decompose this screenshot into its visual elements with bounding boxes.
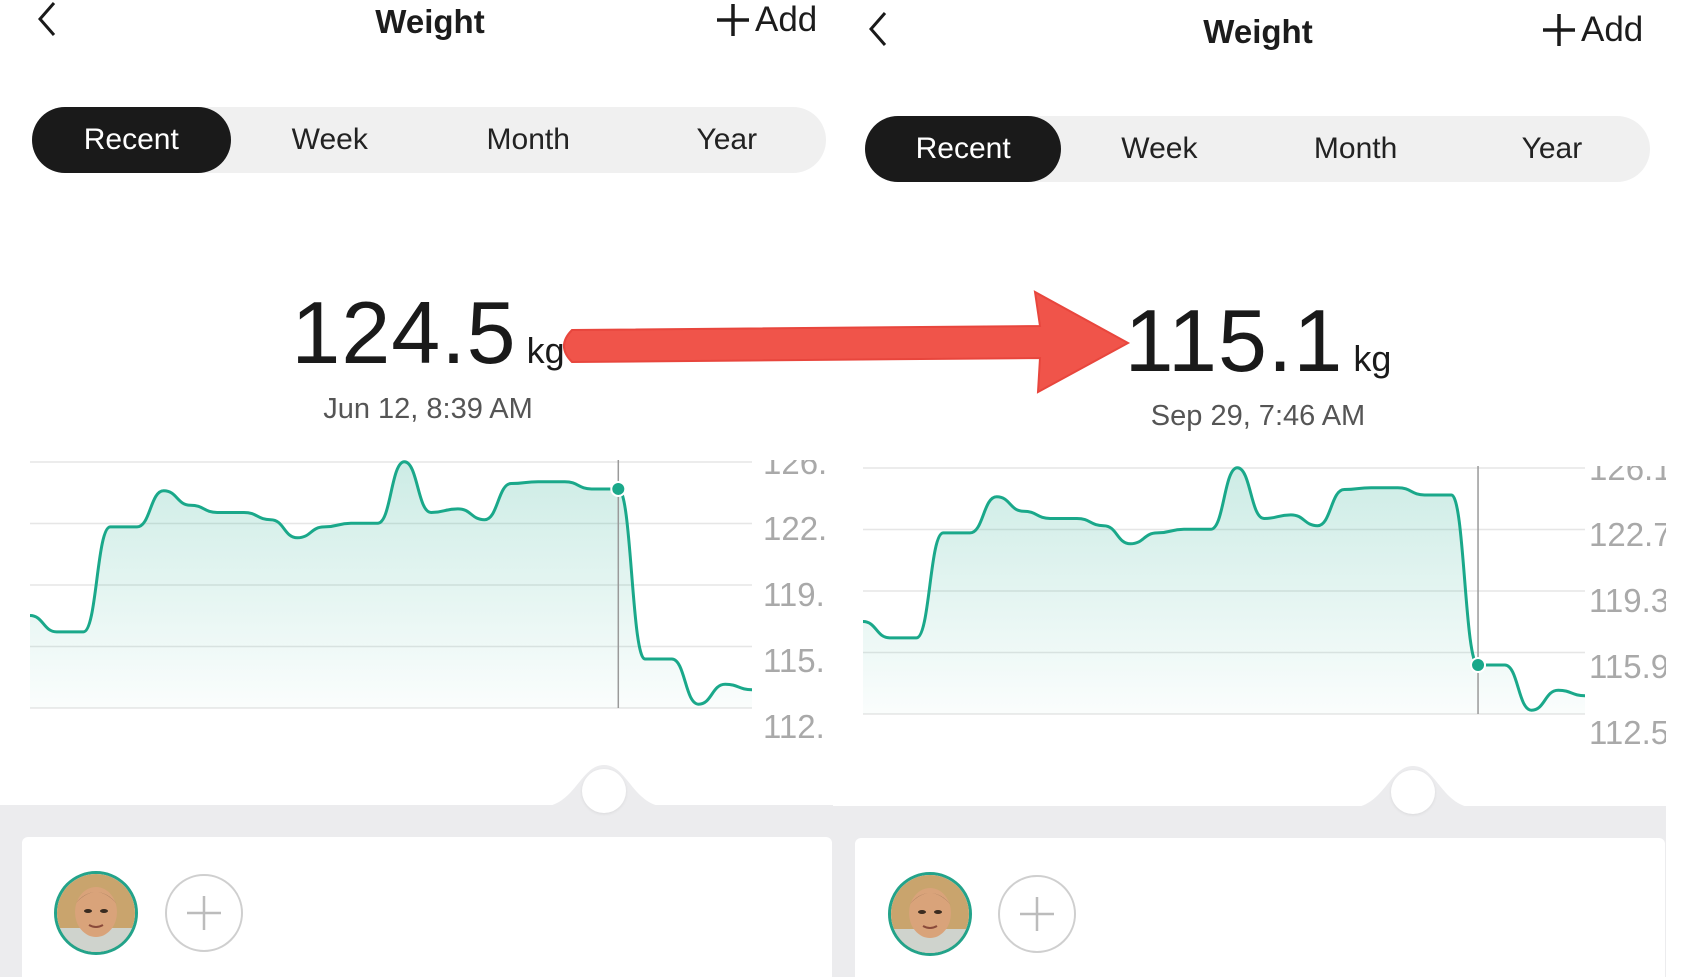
page-title: Weight: [1203, 13, 1313, 50]
plus-circle-icon: [1020, 897, 1054, 931]
right-screenshot: Weight Add Recent Week Month Year 115.1 …: [833, 0, 1666, 977]
y-axis-label: 119.: [763, 576, 825, 613]
tab-month[interactable]: Month: [1258, 116, 1454, 182]
y-axis-label: 112.5: [1589, 714, 1666, 751]
tab-recent[interactable]: Recent: [865, 116, 1062, 182]
add-label: Add: [1581, 10, 1644, 49]
user-avatar[interactable]: [888, 872, 972, 956]
bottom-area: [833, 766, 1666, 977]
reading-date: Sep 29, 7:46 AM: [1150, 400, 1366, 432]
weight-value: 124.5: [291, 283, 517, 382]
add-user-button[interactable]: [165, 874, 243, 952]
time-range-tabs: Recent Week Month Year: [865, 116, 1650, 182]
left-screenshot: Weight Add Recent Week Month Year 124.5 …: [0, 0, 833, 977]
weight-value: 115.1: [1124, 291, 1344, 390]
bottom-area: [0, 765, 833, 977]
plus-icon: [1543, 14, 1575, 46]
tab-recent[interactable]: Recent: [32, 107, 231, 173]
weight-reading: 124.5 kg: [291, 282, 564, 384]
back-chevron-icon[interactable]: [859, 10, 899, 50]
back-chevron-icon[interactable]: [28, 0, 68, 40]
weight-reading: 115.1 kg: [1125, 290, 1392, 392]
y-axis-label: 115.9: [1589, 648, 1666, 685]
y-axis-label: 122.7: [1589, 516, 1666, 553]
weight-unit: kg: [1353, 338, 1392, 379]
tab-year[interactable]: Year: [1454, 116, 1650, 182]
tab-week[interactable]: Week: [1061, 116, 1257, 182]
timeline-slider-handle[interactable]: [1391, 770, 1435, 814]
plus-circle-icon: [187, 896, 221, 930]
slider-track: [833, 766, 1666, 808]
reading-date: Jun 12, 8:39 AM: [323, 393, 533, 425]
add-button[interactable]: Add: [1541, 10, 1643, 50]
selected-data-point[interactable]: [610, 480, 627, 497]
slider-track: [0, 765, 833, 807]
weight-chart[interactable]: 126.1 122.7 119.3 115.9 112.5: [833, 466, 1666, 806]
add-label: Add: [755, 0, 818, 39]
add-user-button[interactable]: [998, 875, 1076, 953]
user-avatar[interactable]: [54, 871, 138, 955]
tab-week[interactable]: Week: [231, 107, 430, 173]
page-title: Weight: [375, 3, 485, 40]
y-axis-label: 126.: [763, 460, 827, 481]
y-axis-label: 112.: [763, 708, 825, 745]
plus-icon: [717, 4, 749, 36]
user-card: [22, 837, 832, 977]
add-button[interactable]: Add: [715, 0, 817, 40]
time-range-tabs: Recent Week Month Year: [32, 107, 826, 173]
y-axis-label: 119.3: [1589, 582, 1666, 619]
y-axis-label: 115.: [763, 642, 825, 679]
selected-data-point[interactable]: [1470, 656, 1487, 673]
weight-chart[interactable]: 126. 122. 119. 115. 112.: [0, 460, 833, 800]
weight-unit: kg: [526, 330, 565, 371]
y-axis-label: 122.: [763, 510, 827, 547]
tab-month[interactable]: Month: [429, 107, 628, 173]
y-axis-label: 126.1: [1589, 466, 1666, 487]
timeline-slider-handle[interactable]: [582, 769, 626, 813]
user-card: [855, 838, 1665, 977]
tab-year[interactable]: Year: [628, 107, 827, 173]
